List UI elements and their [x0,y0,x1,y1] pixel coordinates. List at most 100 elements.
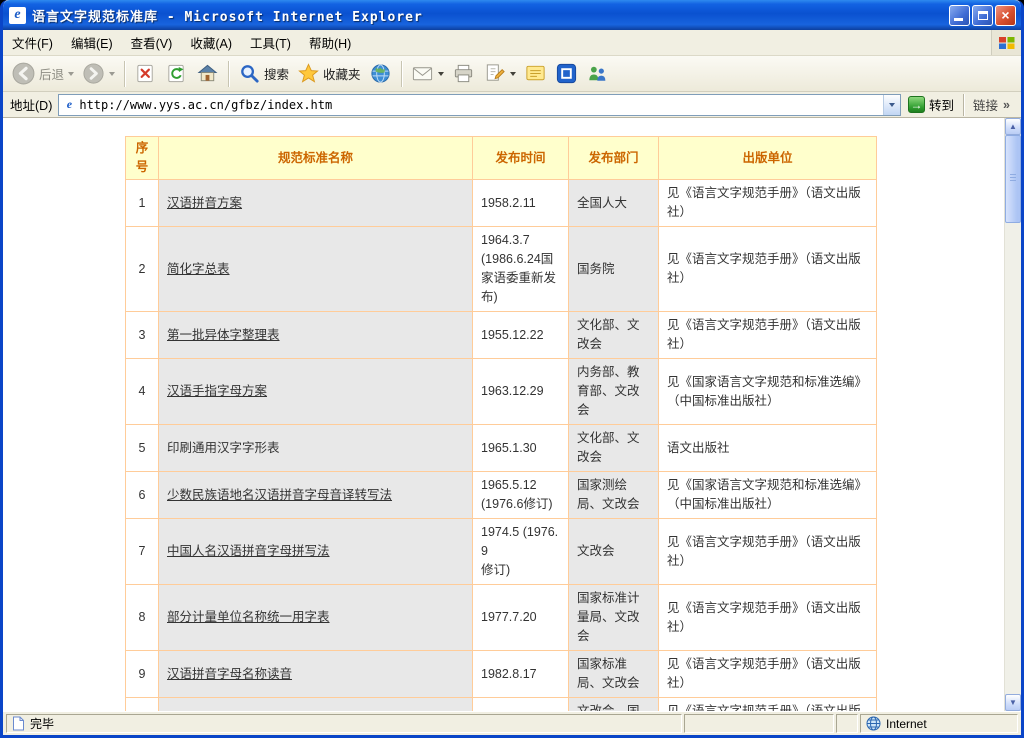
column-header: 出版单位 [659,137,877,180]
release-date: 1982.8.17 [473,651,569,698]
menu-items: 文件(F)编辑(E)查看(V)收藏(A)工具(T)帮助(H) [3,30,360,55]
close-icon: × [1001,8,1009,22]
mail-button[interactable] [407,60,448,87]
messenger-button[interactable] [582,60,613,87]
home-button[interactable] [192,60,223,87]
table-row: 2简化字总表1964.3.7 (1986.6.24国家语委重新发布)国务院见《语… [126,227,877,312]
menu-item[interactable]: 编辑(E) [62,30,122,55]
release-date: 1958.2.11 [473,180,569,227]
scroll-up-button[interactable]: ▲ [1005,118,1021,135]
release-date: 1963.12.29 [473,359,569,425]
address-input[interactable] [76,95,883,115]
table-row: 7中国人名汉语拼音字母拼写法1974.5 (1976.9 修订)文改会见《语言文… [126,519,877,585]
print-button[interactable] [448,60,479,87]
standard-name-cell: 汉语拼音字母名称读音 [159,651,473,698]
table-row: 4汉语手指字母方案1963.12.29内务部、教育部、文改会见《国家语言文字规范… [126,359,877,425]
minimize-button[interactable] [949,5,970,26]
standard-name-cell: 部分计量单位名称统一用字表 [159,585,473,651]
publisher: 见《语言文字规范手册》（语文出版社） [659,180,877,227]
edit-button[interactable] [479,60,520,87]
standard-link[interactable]: 少数民族语地名汉语拼音字母音译转写法 [167,488,392,502]
publisher: 见《语言文字规范手册》（语文出版社） [659,698,877,712]
minimize-icon [954,18,963,21]
maximize-button[interactable] [972,5,993,26]
links-chevron-icon: » [1003,98,1010,112]
links-bar[interactable]: 链接 » [967,95,1018,114]
row-number: 9 [126,651,159,698]
menu-item[interactable]: 收藏(A) [181,30,241,55]
toolbar-separator [124,61,125,87]
close-button[interactable]: × [995,5,1016,26]
vertical-scrollbar[interactable]: ▲ ▼ [1004,118,1021,711]
back-button[interactable]: 后退 [7,59,78,88]
standard-link[interactable]: 部分计量单位名称统一用字表 [167,610,330,624]
publisher: 见《语言文字规范手册》（语文出版社） [659,651,877,698]
publisher: 见《语言文字规范手册》（语文出版社） [659,585,877,651]
menu-item[interactable]: 文件(F) [3,30,62,55]
address-dropdown-button[interactable] [883,95,900,115]
standard-link[interactable]: 中国人名汉语拼音字母拼写法 [167,544,330,558]
release-date: 1983. [473,698,569,712]
status-zone-pane: Internet [860,714,1018,733]
standard-name-cell: 汉语拼音方案 [159,180,473,227]
windows-logo-icon [991,30,1021,55]
standard-link[interactable]: 汉语拼音方案 [167,196,242,210]
table-row: 3第一批异体字整理表1955.12.22文化部、文改会见《语言文字规范手册》（语… [126,312,877,359]
publisher: 见《语言文字规范手册》（语文出版社） [659,312,877,359]
standard-link[interactable]: 第一批异体字整理表 [167,328,280,342]
standard-name-cell: 中国人名汉语拼音字母拼写法 [159,519,473,585]
page-favicon-icon: e [62,98,76,112]
publisher: 语文出版社 [659,425,877,472]
toolbar-separator [228,61,229,87]
toolbar-separator [401,61,402,87]
menu-item[interactable]: 帮助(H) [300,30,360,55]
row-number: 3 [126,312,159,359]
refresh-button[interactable] [161,60,192,87]
standard-link[interactable]: 简化字总表 [167,262,230,276]
favorites-label: 收藏夹 [323,64,361,83]
back-icon [11,61,36,86]
release-dept: 文改会、国家出版局 [569,698,659,712]
standard-name-cell: 简化字总表 [159,227,473,312]
address-label: 地址(D) [10,95,52,114]
search-label: 搜索 [264,64,289,83]
status-text: 完毕 [30,715,54,732]
search-button[interactable]: 搜索 [234,60,293,87]
ie-icon: e [9,7,26,24]
row-number: 6 [126,472,159,519]
favorites-button[interactable]: 收藏夹 [293,60,365,87]
table-row: 10汉字统一部首表（草案）1983.文改会、国家出版局见《语言文字规范手册》（语… [126,698,877,712]
links-label: 链接 [973,95,998,114]
menu-item[interactable]: 工具(T) [241,30,300,55]
scrollbar-thumb[interactable] [1005,135,1021,223]
zone-label: Internet [886,717,927,731]
release-date: 1974.5 (1976.9 修订) [473,519,569,585]
history-button[interactable] [365,60,396,87]
window-title: 语言文字规范标准库 - Microsoft Internet Explorer [32,6,947,25]
release-dept: 国务院 [569,227,659,312]
standard-name-cell: 第一批异体字整理表 [159,312,473,359]
favorites-star-icon [297,62,320,85]
table-row: 9汉语拼音字母名称读音1982.8.17国家标准局、文改会见《语言文字规范手册》… [126,651,877,698]
discuss-button[interactable] [520,60,551,87]
maximize-icon [978,11,988,20]
go-button[interactable]: → 转到 [901,95,961,114]
forward-button[interactable] [78,60,119,87]
standard-name-cell: 汉字统一部首表（草案） [159,698,473,712]
messenger-people-icon [586,62,609,85]
plugin-button[interactable] [551,60,582,87]
standard-name-cell: 印刷通用汉字字形表 [159,425,473,472]
standard-link[interactable]: 汉语拼音字母名称读音 [167,667,292,681]
publisher: 见《语言文字规范手册》（语文出版社） [659,227,877,312]
publisher: 见《国家语言文字规范和标准选编》（中国标准出版社） [659,472,877,519]
stop-button[interactable] [130,60,161,87]
standard-link[interactable]: 汉语手指字母方案 [167,384,267,398]
blue-app-icon [555,62,578,85]
edit-icon [483,62,506,85]
forward-icon [82,62,105,85]
search-icon [238,62,261,85]
release-date: 1965.5.12 (1976.6修订) [473,472,569,519]
menu-item[interactable]: 查看(V) [122,30,182,55]
table-row: 8部分计量单位名称统一用字表1977.7.20国家标准计量局、文改会见《语言文字… [126,585,877,651]
scroll-down-button[interactable]: ▼ [1005,694,1021,711]
